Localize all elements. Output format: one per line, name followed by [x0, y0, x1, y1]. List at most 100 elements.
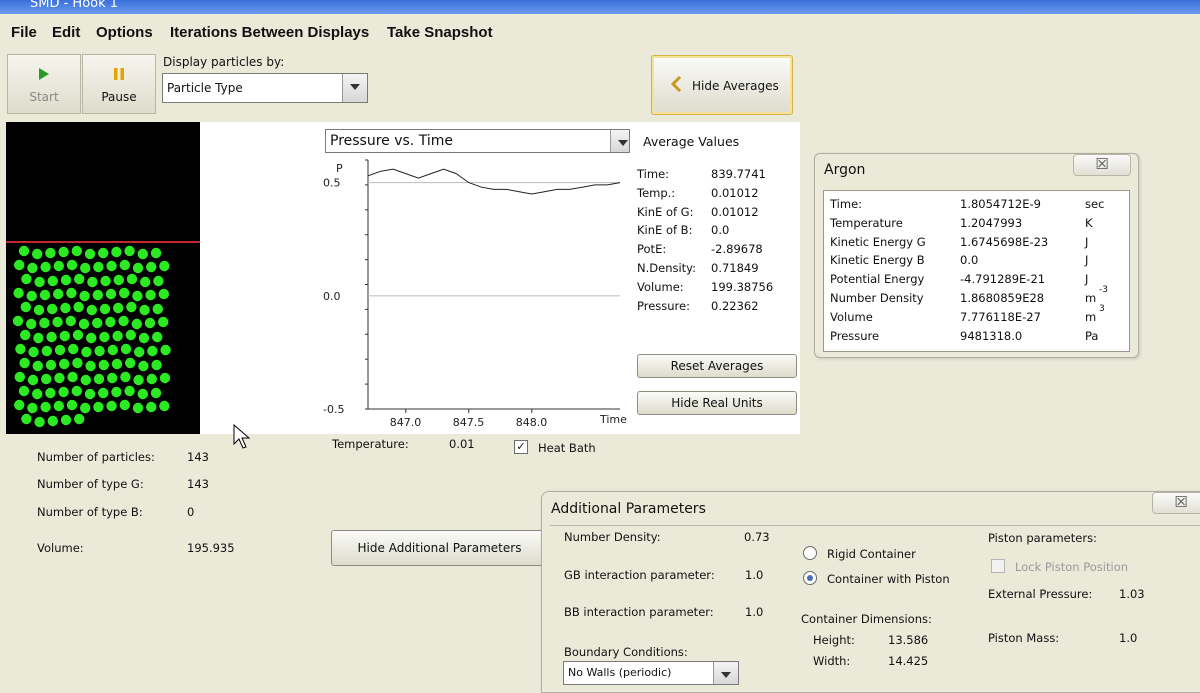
particle — [14, 259, 25, 271]
particle — [20, 329, 31, 341]
particle — [105, 288, 117, 300]
graph-select[interactable]: Pressure vs. Time — [325, 129, 630, 153]
particle — [84, 388, 96, 400]
argon-row-label: Temperature — [830, 215, 903, 230]
particle — [146, 261, 157, 273]
particle — [124, 245, 135, 257]
particle — [146, 373, 157, 385]
argon-row-unit-exponent: 3 — [1099, 303, 1105, 314]
piston-mass-value[interactable]: 1.0 — [1119, 631, 1137, 645]
width-value[interactable]: 14.425 — [888, 654, 928, 668]
menu-options[interactable]: Options — [96, 24, 153, 41]
particle — [15, 343, 26, 355]
y-tick-label: 0.0 — [323, 290, 341, 303]
menu-iterations[interactable]: Iterations Between Displays — [170, 24, 369, 41]
gb-interaction-label: GB interaction parameter: — [564, 568, 715, 582]
graph-select-value: Pressure vs. Time — [330, 133, 453, 149]
particle — [120, 371, 131, 383]
particle — [111, 358, 123, 370]
x-axis-label: Time — [599, 413, 627, 426]
x-tick-label: 848.0 — [516, 416, 548, 429]
particle — [105, 316, 116, 328]
particle — [145, 289, 156, 301]
particle — [47, 275, 58, 287]
menu-take-snapshot[interactable]: Take Snapshot — [387, 24, 493, 41]
heat-bath-checkbox[interactable]: ✓ — [514, 440, 528, 454]
menu-edit[interactable]: Edit — [52, 24, 80, 41]
particle — [79, 290, 90, 302]
particle — [106, 260, 117, 272]
particle — [26, 318, 37, 330]
reset-averages-button[interactable]: Reset Averages — [637, 354, 797, 378]
argon-row-unit-exponent: -3 — [1099, 285, 1108, 295]
hide-additional-parameters-button[interactable]: Hide Additional Parameters — [331, 530, 548, 566]
particle — [87, 276, 98, 288]
particle — [67, 371, 78, 383]
particle — [33, 304, 45, 316]
number-density-value[interactable]: 0.73 — [744, 530, 770, 544]
average-row-value: 0.71849 — [711, 261, 759, 275]
chevron-down-icon — [713, 662, 738, 684]
num-particles-value: 143 — [187, 450, 209, 464]
particle — [106, 400, 117, 412]
gb-interaction-value[interactable]: 1.0 — [745, 568, 763, 582]
particle — [80, 262, 91, 274]
temperature-label: Temperature: — [332, 437, 409, 451]
particle — [107, 372, 118, 384]
particle — [41, 373, 52, 385]
display-by-select[interactable]: Particle Type — [162, 73, 368, 103]
particle — [151, 359, 162, 371]
pause-button[interactable]: Pause — [82, 54, 156, 114]
check-icon: ✓ — [516, 440, 526, 453]
average-row-label: Temp.: — [637, 185, 676, 200]
pause-label: Pause — [101, 90, 137, 104]
particle — [32, 248, 43, 260]
start-button[interactable]: Start — [7, 54, 81, 114]
particle — [147, 345, 158, 357]
average-row-label: Time: — [637, 167, 670, 181]
particle — [158, 316, 169, 328]
argon-row-unit: Pa — [1085, 328, 1099, 343]
particle — [40, 261, 51, 273]
volume-label: Volume: — [37, 541, 84, 555]
external-pressure-value[interactable]: 1.03 — [1119, 587, 1145, 601]
particle — [39, 289, 51, 301]
hide-averages-button[interactable]: Hide Averages — [651, 55, 793, 115]
menu-file[interactable]: File — [11, 24, 37, 41]
close-icon[interactable]: ☒ — [1152, 492, 1200, 514]
average-row-value: -2.89678 — [711, 242, 763, 257]
particle — [132, 402, 144, 414]
lock-piston-checkbox[interactable] — [991, 559, 1005, 573]
average-row-value: 0.01012 — [711, 204, 759, 219]
particle — [33, 332, 44, 344]
hide-real-units-button[interactable]: Hide Real Units — [637, 391, 797, 415]
boundary-conditions-value: No Walls (periodic) — [568, 666, 672, 679]
particle — [58, 386, 69, 398]
rigid-container-radio[interactable] — [803, 546, 817, 560]
particle — [53, 288, 64, 300]
hide-averages-label: Hide Averages — [692, 79, 779, 93]
bb-interaction-value[interactable]: 1.0 — [745, 605, 763, 619]
volume-value: 195.935 — [187, 541, 235, 555]
display-by-value: Particle Type — [167, 81, 243, 95]
particle — [99, 331, 110, 343]
height-value[interactable]: 13.586 — [888, 633, 928, 647]
particle — [140, 276, 151, 288]
boundary-conditions-select[interactable]: No Walls (periodic) — [563, 661, 739, 685]
number-density-label: Number Density: — [564, 530, 661, 544]
container-with-piston-radio[interactable] — [803, 571, 817, 585]
particle — [153, 275, 164, 287]
particle — [54, 344, 66, 356]
particle — [27, 402, 38, 414]
particle — [94, 345, 105, 357]
particle — [99, 303, 111, 315]
temperature-value[interactable]: 0.01 — [449, 437, 475, 451]
particle — [132, 262, 144, 274]
particle — [78, 318, 90, 330]
simulation-canvas[interactable] — [6, 122, 200, 434]
average-row-label: KinE of B: — [637, 223, 693, 238]
particle — [138, 360, 149, 372]
particle — [86, 332, 97, 344]
close-icon[interactable]: ☒ — [1073, 154, 1131, 176]
particle — [47, 303, 58, 315]
